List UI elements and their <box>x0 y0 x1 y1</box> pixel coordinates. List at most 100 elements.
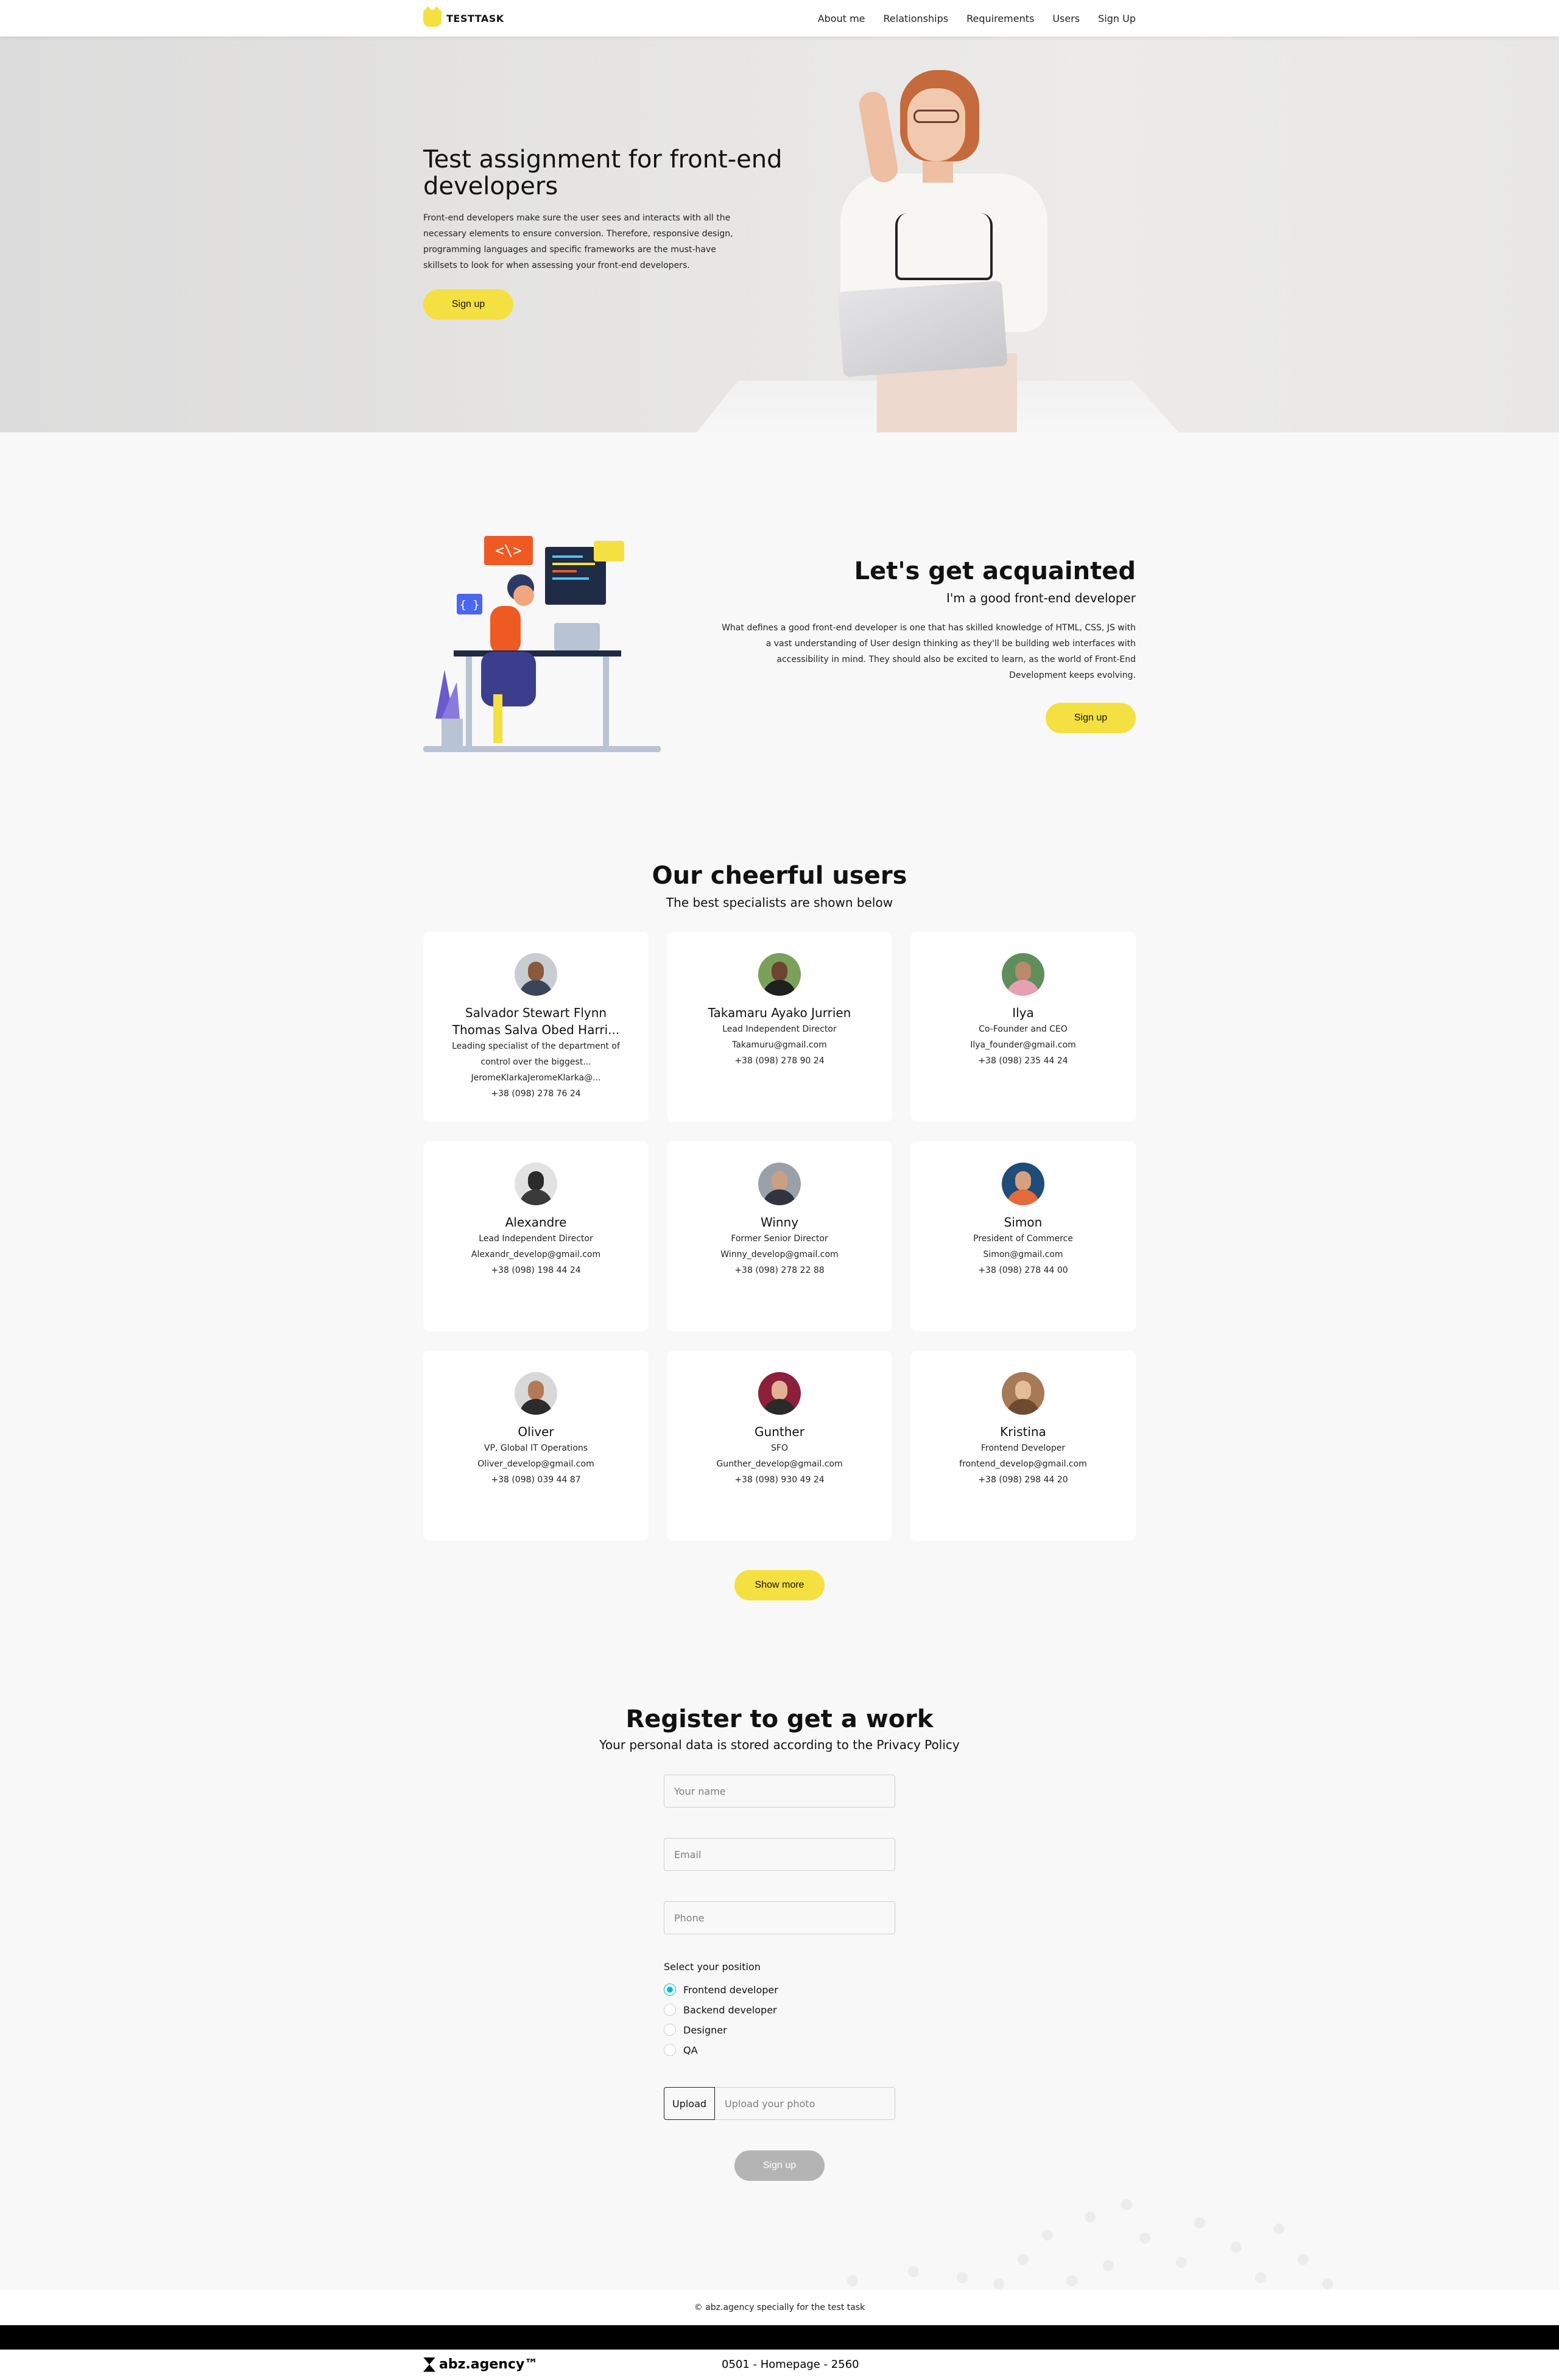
user-phone: +38 (098) 278 44 00 <box>978 1266 1068 1275</box>
radio-qa[interactable]: QA <box>664 2043 698 2057</box>
user-card: Gunther SFO Gunther_develop@gmail.com +3… <box>667 1351 892 1541</box>
avatar <box>515 1163 557 1205</box>
radio-unchecked-icon <box>664 2024 676 2036</box>
avatar <box>1002 1163 1044 1205</box>
user-name: Kristina <box>1000 1424 1046 1439</box>
user-email: Gunther_develop@gmail.com <box>716 1459 843 1469</box>
avatar <box>515 953 557 996</box>
user-name: Salvador Stewart Flynn Thomas Salva Obed… <box>452 1005 620 1037</box>
user-position: Co-Founder and CEO <box>979 1024 1068 1034</box>
user-card: Kristina Frontend Developer frontend_dev… <box>910 1351 1136 1541</box>
position-label: Select your position <box>664 1961 761 1973</box>
user-card: Ilya Co-Founder and CEO Ilya_founder@gma… <box>910 932 1136 1122</box>
user-name: Oliver <box>518 1424 554 1439</box>
register-title: Register to get a work <box>625 1705 934 1733</box>
user-position: Frontend Developer <box>980 1443 1066 1453</box>
hero-text: Front-end developers make sure the user … <box>423 213 733 270</box>
users-subtitle: The best specialists are shown below <box>666 895 893 910</box>
hero-section: Test assignment for front-end developers… <box>0 37 1559 432</box>
avatar <box>1002 953 1044 996</box>
user-phone: +38 (098) 198 44 24 <box>491 1266 581 1275</box>
nav-users[interactable]: Users <box>1052 13 1080 24</box>
user-position: Lead Independent Director <box>722 1024 837 1034</box>
acquaint-text: What defines a good front-end developer … <box>722 623 1136 680</box>
radio-label: QA <box>683 2044 698 2056</box>
nav-about-me[interactable]: About me <box>818 13 865 24</box>
svg-text:<\>: <\> <box>495 542 521 559</box>
user-card: Takamaru Ayako Jurrien Lead Independent … <box>667 932 892 1122</box>
acquaint-signup-button[interactable]: Sign up <box>1046 703 1136 733</box>
user-card: Simon President of Commerce Simon@gmail.… <box>910 1141 1136 1331</box>
photo-upload[interactable]: Upload Upload your photo <box>664 2087 895 2120</box>
user-phone: +38 (098) 235 44 24 <box>978 1056 1068 1066</box>
user-phone: +38 (098) 278 22 88 <box>734 1266 825 1275</box>
user-name: Alexandre <box>505 1215 567 1230</box>
user-position: SFO <box>771 1443 788 1453</box>
hourglass-icon <box>423 2357 435 2372</box>
avatar <box>515 1372 557 1415</box>
avatar <box>1002 1372 1044 1415</box>
user-email: Alexandr_develop@gmail.com <box>471 1250 601 1259</box>
name-field[interactable] <box>664 1775 895 1808</box>
user-name: Gunther <box>755 1424 804 1439</box>
black-bar <box>0 2325 1559 2350</box>
user-email: frontend_develop@gmail.com <box>959 1459 1087 1469</box>
user-phone: +38 (098) 278 90 24 <box>734 1056 825 1066</box>
users-title: Our cheerful users <box>652 862 907 890</box>
user-name: Takamaru Ayako Jurrien <box>708 1005 851 1020</box>
bottom-bar: abz.agency™ 0501 - Homepage - 2560 <box>0 2350 1559 2380</box>
register-subtitle: Your personal data is stored according t… <box>599 1737 960 1752</box>
show-more-button[interactable]: Show more <box>734 1570 825 1600</box>
upload-placeholder[interactable]: Upload your photo <box>715 2087 895 2120</box>
user-name: Ilya <box>1012 1005 1034 1020</box>
page-id: 0501 - Homepage - 2560 <box>722 2358 859 2371</box>
paw-prints-decoration <box>847 2199 1333 2289</box>
cat-logo-icon <box>423 6 442 27</box>
user-phone: +38 (098) 278 76 24 <box>491 1089 581 1099</box>
upload-button[interactable]: Upload <box>664 2087 715 2120</box>
email-field[interactable] <box>664 1838 895 1871</box>
user-email: Winny_develop@gmail.com <box>720 1250 839 1259</box>
radio-unchecked-icon <box>664 2044 676 2056</box>
nav-relationships[interactable]: Relationships <box>884 13 949 24</box>
svg-text:{ }: { } <box>460 599 480 611</box>
nav-sign-up[interactable]: Sign Up <box>1098 13 1136 24</box>
abz-brand: abz.agency™ <box>439 2357 538 2372</box>
user-position: President of Commerce <box>973 1234 1073 1244</box>
site-header: TESTTASK About me Relationships Requirem… <box>0 0 1559 37</box>
user-name: Simon <box>1004 1215 1043 1230</box>
avatar <box>758 1372 801 1415</box>
user-position: Former Senior Director <box>731 1234 828 1244</box>
copyright: © abz.agency specially for the test task <box>694 2303 865 2312</box>
footer: © abz.agency specially for the test task <box>0 2290 1559 2325</box>
user-phone: +38 (098) 930 49 24 <box>734 1475 825 1485</box>
radio-designer[interactable]: Designer <box>664 2023 727 2037</box>
main-nav: About me Relationships Requirements User… <box>818 0 1136 37</box>
phone-field[interactable] <box>664 1901 895 1934</box>
acquaint-title: Let's get acquainted <box>854 557 1136 585</box>
radio-frontend[interactable]: Frontend developer <box>664 1982 778 1997</box>
radio-label: Backend developer <box>683 2004 777 2016</box>
user-phone: +38 (098) 298 44 20 <box>978 1475 1068 1485</box>
logo-text: TESTTASK <box>446 12 504 24</box>
user-position: Lead Independent Director <box>479 1234 593 1244</box>
developer-illustration: <\> { } <box>423 536 661 752</box>
nav-requirements[interactable]: Requirements <box>966 13 1034 24</box>
hero-signup-button[interactable]: Sign up <box>423 289 513 320</box>
user-card: Winny Former Senior Director Winny_devel… <box>667 1141 892 1331</box>
avatar <box>758 953 801 996</box>
user-email: Ilya_founder@gmail.com <box>970 1040 1076 1050</box>
radio-unchecked-icon <box>664 2004 676 2016</box>
radio-checked-icon <box>664 1984 676 1996</box>
submit-button[interactable]: Sign up <box>734 2150 825 2181</box>
acquaint-subtitle: I'm a good front-end developer <box>946 591 1136 605</box>
user-position: VP, Global IT Operations <box>484 1443 588 1453</box>
user-email: Oliver_develop@gmail.com <box>477 1459 594 1469</box>
radio-backend[interactable]: Backend developer <box>664 2002 777 2017</box>
user-card: Alexandre Lead Independent Director Alex… <box>423 1141 649 1331</box>
user-card: Oliver VP, Global IT Operations Oliver_d… <box>423 1351 649 1541</box>
logo[interactable]: TESTTASK <box>423 6 504 28</box>
user-email: Takamuru@gmail.com <box>732 1040 827 1050</box>
laptop <box>837 280 1008 378</box>
cat-print <box>895 213 993 280</box>
